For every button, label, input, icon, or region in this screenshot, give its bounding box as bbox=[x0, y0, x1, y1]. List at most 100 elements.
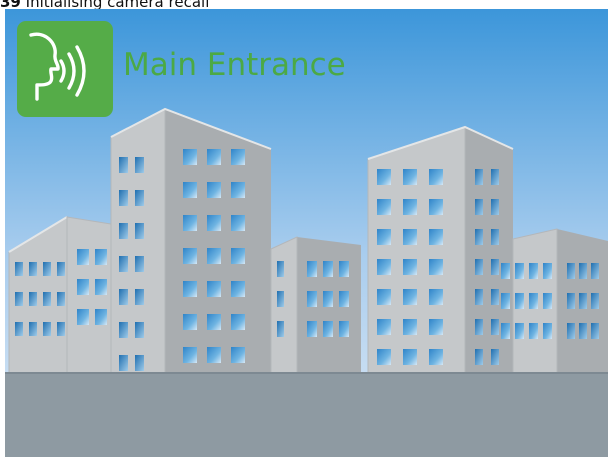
window bbox=[57, 262, 65, 276]
window bbox=[491, 169, 499, 185]
window bbox=[183, 149, 197, 165]
window bbox=[377, 229, 391, 245]
window bbox=[515, 323, 524, 339]
window bbox=[475, 319, 483, 335]
window bbox=[183, 347, 197, 363]
window bbox=[323, 291, 333, 307]
window bbox=[15, 322, 23, 336]
window bbox=[277, 321, 284, 337]
window bbox=[515, 263, 524, 279]
window bbox=[119, 190, 128, 206]
window bbox=[135, 322, 144, 338]
window bbox=[579, 323, 587, 339]
window bbox=[579, 293, 587, 309]
window bbox=[231, 281, 245, 297]
window bbox=[43, 262, 51, 276]
window bbox=[591, 263, 599, 279]
window bbox=[475, 259, 483, 275]
window bbox=[15, 292, 23, 306]
window bbox=[231, 182, 245, 198]
window bbox=[429, 349, 443, 365]
building bbox=[367, 126, 466, 374]
window bbox=[475, 169, 483, 185]
window bbox=[231, 149, 245, 165]
window bbox=[119, 157, 128, 173]
window bbox=[57, 292, 65, 306]
window bbox=[491, 289, 499, 305]
window bbox=[43, 322, 51, 336]
window bbox=[403, 169, 417, 185]
window bbox=[15, 262, 23, 276]
window bbox=[277, 291, 284, 307]
camera-view: Main Entrance bbox=[5, 9, 608, 457]
window bbox=[429, 169, 443, 185]
window bbox=[501, 293, 510, 309]
window bbox=[567, 323, 575, 339]
window bbox=[307, 321, 317, 337]
window bbox=[231, 347, 245, 363]
location-title: Main Entrance bbox=[123, 47, 346, 83]
window bbox=[475, 349, 483, 365]
building-side bbox=[165, 109, 271, 373]
window bbox=[403, 349, 417, 365]
window bbox=[77, 279, 89, 295]
window bbox=[339, 321, 349, 337]
ground-edge bbox=[5, 372, 608, 374]
speaking-head-badge bbox=[17, 21, 113, 117]
window bbox=[43, 292, 51, 306]
window bbox=[579, 263, 587, 279]
window bbox=[135, 157, 144, 173]
window bbox=[491, 199, 499, 215]
window bbox=[135, 223, 144, 239]
window bbox=[491, 319, 499, 335]
window bbox=[135, 355, 144, 371]
window bbox=[183, 182, 197, 198]
window bbox=[591, 323, 599, 339]
window bbox=[377, 169, 391, 185]
window bbox=[135, 190, 144, 206]
window bbox=[377, 319, 391, 335]
window bbox=[429, 259, 443, 275]
window bbox=[119, 289, 128, 305]
window bbox=[543, 263, 552, 279]
window bbox=[119, 256, 128, 272]
window bbox=[119, 322, 128, 338]
window bbox=[529, 263, 538, 279]
window bbox=[339, 261, 349, 277]
window bbox=[403, 229, 417, 245]
window bbox=[529, 293, 538, 309]
window bbox=[207, 149, 221, 165]
window bbox=[491, 349, 499, 365]
window bbox=[377, 199, 391, 215]
window bbox=[231, 248, 245, 264]
window bbox=[515, 293, 524, 309]
window bbox=[377, 259, 391, 275]
window bbox=[231, 314, 245, 330]
window bbox=[77, 249, 89, 265]
window bbox=[377, 289, 391, 305]
window bbox=[307, 261, 317, 277]
window bbox=[207, 215, 221, 231]
speaking-head-icon bbox=[29, 32, 86, 101]
window bbox=[491, 259, 499, 275]
window bbox=[529, 323, 538, 339]
window bbox=[207, 281, 221, 297]
window bbox=[57, 322, 65, 336]
window bbox=[323, 261, 333, 277]
window bbox=[403, 289, 417, 305]
window bbox=[543, 293, 552, 309]
window bbox=[119, 355, 128, 371]
window bbox=[475, 289, 483, 305]
window bbox=[29, 262, 37, 276]
window bbox=[567, 293, 575, 309]
window bbox=[591, 293, 599, 309]
window bbox=[501, 263, 510, 279]
window bbox=[475, 199, 483, 215]
window bbox=[29, 292, 37, 306]
window bbox=[543, 323, 552, 339]
window bbox=[207, 347, 221, 363]
window bbox=[377, 349, 391, 365]
window bbox=[567, 263, 575, 279]
window bbox=[77, 309, 89, 325]
window bbox=[207, 314, 221, 330]
